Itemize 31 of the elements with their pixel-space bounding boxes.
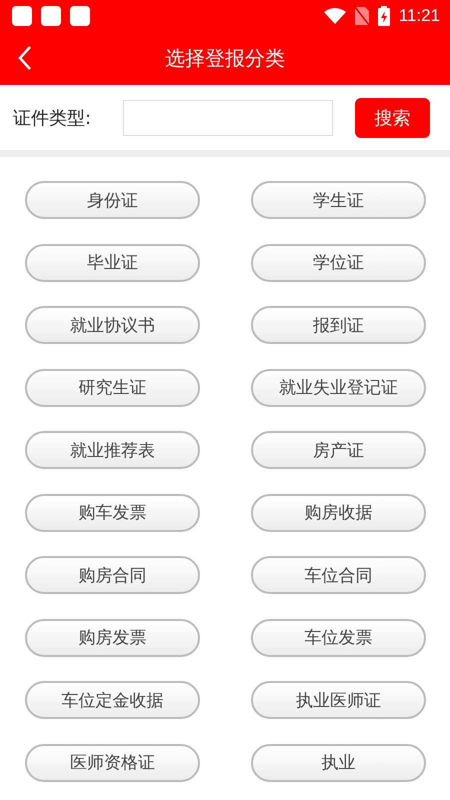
category-button[interactable]: 毕业证: [25, 244, 200, 282]
category-button[interactable]: 就业协议书: [25, 306, 200, 344]
category-button[interactable]: 购房合同: [25, 556, 200, 594]
notification-icon: [12, 6, 32, 26]
field-label: 证件类型:: [13, 106, 92, 130]
category-button[interactable]: 购房发票: [25, 618, 200, 656]
notification-icon: [41, 6, 61, 26]
category-button[interactable]: 车位定金收据: [25, 681, 200, 719]
search-button[interactable]: 搜索: [355, 98, 430, 138]
category-button[interactable]: 身份证: [25, 181, 200, 219]
wifi-icon: [324, 8, 346, 24]
no-sim-icon: [354, 7, 369, 25]
input-field[interactable]: [123, 100, 333, 136]
category-button[interactable]: 购房收据: [251, 494, 426, 532]
category-button[interactable]: 购车发票: [25, 494, 200, 532]
category-button[interactable]: 医师资格证: [25, 744, 200, 782]
clock-time: 11:21: [398, 6, 440, 26]
category-button[interactable]: 就业推荐表: [25, 431, 200, 469]
category-button[interactable]: 就业失业登记证: [251, 368, 426, 406]
notification-icon: [70, 6, 90, 26]
category-button[interactable]: 执业: [251, 744, 426, 782]
battery-charging-icon: [378, 6, 390, 26]
category-button[interactable]: 执业医师证: [251, 681, 426, 719]
category-button[interactable]: 报到证: [251, 306, 426, 344]
category-button[interactable]: 学生证: [251, 181, 426, 219]
category-button[interactable]: 车位发票: [251, 618, 426, 656]
category-button[interactable]: 学位证: [251, 244, 426, 282]
category-button[interactable]: 研究生证: [25, 368, 200, 406]
category-button[interactable]: 车位合同: [251, 556, 426, 594]
page-title: 选择登报分类: [165, 45, 285, 72]
category-button[interactable]: 房产证: [251, 431, 426, 469]
